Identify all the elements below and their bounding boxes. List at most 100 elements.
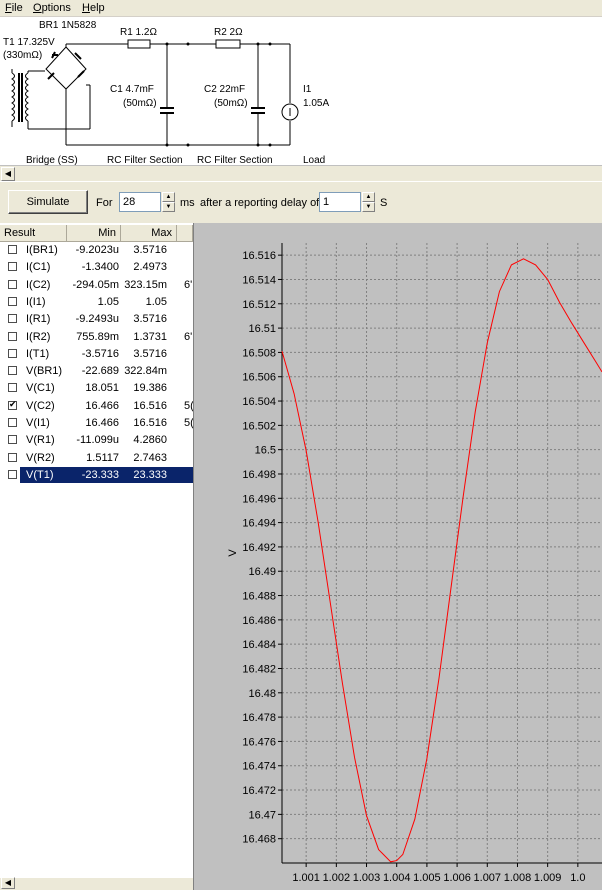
row-max: 2.7463 bbox=[133, 451, 167, 464]
row-checkbox[interactable]: ✔ bbox=[8, 399, 17, 410]
row-checkbox[interactable] bbox=[8, 245, 17, 254]
y-tick-label: 16.47 bbox=[248, 809, 276, 821]
table-row[interactable]: I(T1) -3.5716 3.5716 bbox=[0, 346, 193, 363]
row-min: -23.333 bbox=[81, 468, 119, 481]
col-min-header[interactable]: Min bbox=[67, 225, 121, 242]
row-checkbox[interactable] bbox=[8, 469, 17, 479]
col-extra-header[interactable] bbox=[177, 225, 193, 242]
for-label: For bbox=[96, 197, 113, 209]
y-tick-label: 16.482 bbox=[242, 663, 276, 675]
table-row[interactable]: V(R1) -11.099u 4.2860 bbox=[0, 432, 193, 449]
results-scrollbar[interactable]: ◀ bbox=[0, 877, 193, 890]
row-name: V(T1) bbox=[26, 468, 54, 481]
c2-resistance: (50mΩ) bbox=[214, 98, 248, 109]
y-tick-label: 16.5 bbox=[255, 445, 276, 457]
schematic-panel: T1 17.325V (330mΩ) BR1 1N5828 R1 1.2Ω R2… bbox=[0, 17, 602, 165]
y-tick-label: 16.494 bbox=[242, 518, 276, 530]
row-checkbox[interactable] bbox=[8, 348, 17, 358]
row-min: -294.05m bbox=[72, 278, 119, 291]
row-max: 16.516 bbox=[133, 417, 167, 429]
table-row[interactable]: I(R2) 755.89m 1.3731 6' bbox=[0, 329, 193, 346]
row-name: I(C1) bbox=[26, 261, 51, 274]
row-min: -3.5716 bbox=[81, 347, 119, 360]
menu-options-label: ptions bbox=[41, 2, 71, 14]
delay-input[interactable] bbox=[319, 192, 361, 212]
menu-options[interactable]: Options bbox=[33, 2, 71, 14]
table-row[interactable]: V(I1) 16.466 16.516 5( bbox=[0, 415, 193, 432]
row-max: 2.4973 bbox=[133, 261, 167, 274]
menu-file-accel: F bbox=[5, 2, 12, 14]
x-tick-label: 1.007 bbox=[474, 872, 502, 884]
spin-down-icon[interactable]: ▼ bbox=[362, 202, 375, 212]
row-checkbox[interactable] bbox=[8, 279, 17, 289]
row-name: I(C2) bbox=[26, 278, 51, 291]
row-min: 18.051 bbox=[85, 382, 119, 395]
table-row[interactable]: V(BR1) -22.689 322.84m bbox=[0, 363, 193, 380]
duration-input[interactable] bbox=[119, 192, 161, 212]
y-tick-label: 16.49 bbox=[248, 566, 276, 578]
row-max: 1.05 bbox=[145, 295, 167, 308]
row-checkbox[interactable] bbox=[8, 366, 17, 376]
row-max: 322.84m bbox=[124, 365, 167, 378]
schematic-scrollbar[interactable]: ◀ bbox=[0, 165, 602, 182]
table-row[interactable]: I(I1) 1.05 1.05 bbox=[0, 294, 193, 311]
row-checkbox[interactable] bbox=[8, 418, 17, 427]
delay-spinner[interactable]: ▲ ▼ bbox=[362, 192, 375, 212]
x-tick-label: 1.001 bbox=[292, 872, 320, 884]
row-checkbox[interactable] bbox=[8, 452, 17, 462]
table-row[interactable]: I(C1) -1.3400 2.4973 bbox=[0, 259, 193, 276]
ms-label: ms bbox=[180, 197, 195, 209]
section-load-label: Load bbox=[303, 155, 325, 165]
row-max: 4.2860 bbox=[133, 434, 167, 447]
table-row[interactable]: V(R2) 1.5117 2.7463 bbox=[0, 450, 193, 467]
scroll-left-icon[interactable]: ◀ bbox=[1, 877, 15, 889]
menu-file[interactable]: File bbox=[5, 2, 23, 14]
spin-up-icon[interactable]: ▲ bbox=[362, 192, 375, 202]
menu-help-label: elp bbox=[89, 2, 105, 14]
col-max-header[interactable]: Max bbox=[121, 225, 177, 242]
y-tick-label: 16.516 bbox=[242, 250, 276, 262]
row-name: V(I1) bbox=[26, 417, 50, 429]
simulation-toolbar: Simulate For ▲ ▼ ms after a reporting de… bbox=[0, 181, 602, 223]
y-tick-label: 16.502 bbox=[242, 420, 276, 432]
row-checkbox[interactable] bbox=[8, 331, 17, 341]
menu-file-label: ile bbox=[11, 2, 23, 14]
section-rc2-label: RC Filter Section bbox=[197, 155, 273, 165]
duration-spinner[interactable]: ▲ ▼ bbox=[162, 192, 175, 212]
row-min: 1.05 bbox=[97, 295, 119, 308]
row-name: V(R1) bbox=[26, 434, 55, 447]
scroll-left-icon[interactable]: ◀ bbox=[1, 167, 15, 181]
x-tick-label: 1.005 bbox=[413, 872, 441, 884]
table-row[interactable]: ✔ V(C2) 16.466 16.516 5( bbox=[0, 398, 193, 415]
row-checkbox[interactable] bbox=[8, 262, 17, 272]
row-max: 3.5716 bbox=[133, 244, 167, 256]
row-checkbox[interactable] bbox=[8, 296, 17, 306]
row-max: 3.5716 bbox=[133, 347, 167, 360]
results-list: Result Min Max I(BR1) -9.2023u 3.5716 I(C1)… bbox=[0, 223, 194, 890]
row-checkbox[interactable] bbox=[8, 435, 17, 445]
y-tick-label: 16.492 bbox=[242, 542, 276, 554]
spin-up-icon[interactable]: ▲ bbox=[162, 192, 175, 202]
x-tick-label: 1.006 bbox=[443, 872, 471, 884]
table-row[interactable]: I(C2) -294.05m 323.15m 6' bbox=[0, 277, 193, 294]
voltage-chart: 16.468 16.47 16.472 16.474 16.476 16.478 16.48… bbox=[227, 243, 602, 884]
row-max: 323.15m bbox=[124, 278, 167, 291]
col-result-header[interactable]: Result bbox=[0, 225, 67, 242]
table-row[interactable]: I(BR1) -9.2023u 3.5716 bbox=[0, 242, 193, 259]
row-checkbox[interactable] bbox=[8, 383, 17, 393]
simulate-button[interactable]: Simulate bbox=[8, 190, 88, 214]
y-tick-label: 16.506 bbox=[242, 372, 276, 384]
table-row[interactable]: V(C1) 18.051 19.386 bbox=[0, 380, 193, 397]
row-name: I(R2) bbox=[26, 330, 51, 343]
y-tick-label: 16.514 bbox=[242, 274, 276, 286]
menu-help[interactable]: Help bbox=[82, 2, 105, 14]
table-row[interactable]: V(T1) -23.333 23.333 bbox=[0, 466, 193, 484]
row-extra: 6' bbox=[184, 330, 193, 343]
row-name: V(BR1) bbox=[26, 365, 63, 378]
row-checkbox[interactable] bbox=[8, 314, 17, 324]
table-row[interactable]: I(R1) -9.2493u 3.5716 bbox=[0, 311, 193, 328]
spin-down-icon[interactable]: ▼ bbox=[162, 202, 175, 212]
row-name: V(C1) bbox=[26, 382, 55, 395]
br1-label: BR1 1N5828 bbox=[39, 20, 97, 31]
x-tick-label: 1.0 bbox=[570, 872, 585, 884]
